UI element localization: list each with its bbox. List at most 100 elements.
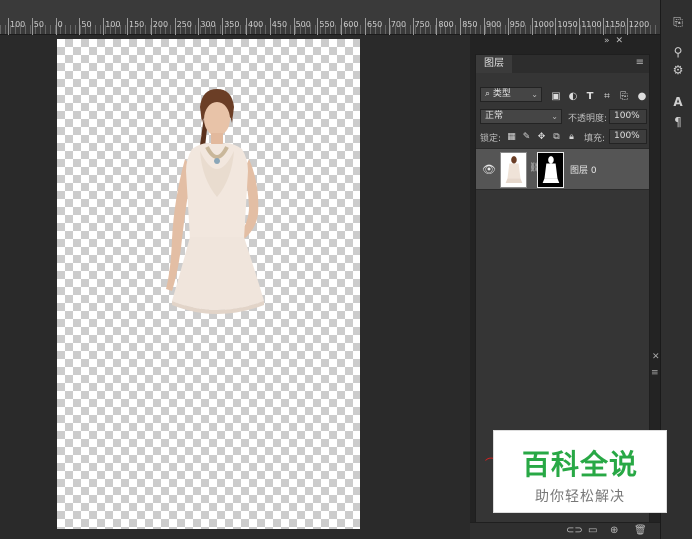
ruler-major-tick — [103, 18, 105, 35]
ruler-label: 650 — [367, 20, 383, 29]
character-panel-icon[interactable]: A — [670, 94, 686, 110]
ruler-label: 1150 — [605, 20, 626, 29]
layers-panel-header: 图层 ≡ — [476, 55, 649, 73]
link-layers-icon[interactable]: ⊂⊃ — [566, 525, 583, 536]
ruler-label: 550 — [319, 20, 335, 29]
layer-row[interactable]: 👁︎ ⛓︎ 图层 0 — [476, 148, 649, 190]
ruler-label: 250 — [176, 20, 192, 29]
ruler-label: 500 — [295, 20, 311, 29]
panel-menu-icon[interactable]: ≡ — [636, 57, 644, 69]
ruler-label: 200 — [152, 20, 169, 29]
ruler-major-tick — [579, 18, 581, 35]
lock-artboard-icon[interactable]: ⧉ — [551, 132, 562, 143]
ruler-major-tick — [626, 18, 628, 35]
ruler-major-tick — [436, 18, 438, 35]
history-icon[interactable]: ⎘ — [670, 14, 686, 30]
fill-input[interactable]: 100% — [609, 129, 647, 144]
ruler-major-tick — [174, 18, 176, 35]
lock-fill-row: 锁定: ▦ ✎ ✥ ⧉ 🔒︎ 填充: 100% — [476, 129, 649, 149]
ruler-major-tick — [555, 18, 557, 35]
shape-filter-icon[interactable]: ⌗ — [601, 91, 613, 103]
chevron-down-icon: ⌄ — [531, 90, 538, 99]
ruler-label: 1050 — [557, 20, 578, 29]
watermark-subtitle: 助你轻松解决 — [535, 489, 625, 505]
blend-opacity-row: 正常 ⌄ 不透明度: 100% — [476, 109, 649, 129]
ruler-major-tick — [484, 18, 485, 35]
type-filter-icon[interactable]: T — [584, 91, 596, 103]
horizontal-ruler: 100 50 0 50 100 150 200 250 300 350 400 450 500 550 60… — [0, 0, 660, 35]
ruler-label: 750 — [414, 20, 430, 29]
lock-label: 锁定: — [480, 134, 502, 144]
ruler-label: 100 — [105, 20, 121, 29]
filter-kind-dropdown[interactable]: ⌕ 类型 ⌄ — [480, 87, 542, 102]
ruler-label: 1200 — [628, 20, 650, 29]
lock-transparent-pixels-icon[interactable]: ▦ — [506, 132, 517, 143]
ruler-label: 1000 — [533, 20, 554, 29]
ruler-major-tick — [531, 18, 533, 35]
ruler-major-tick — [31, 18, 33, 35]
ruler-label: 600 — [343, 20, 359, 29]
ruler-label: 900 — [486, 20, 502, 29]
filter-kind-value: 类型 — [492, 89, 511, 99]
blend-mode-dropdown[interactable]: 正常 ⌄ — [480, 109, 562, 124]
ruler-major-tick — [460, 18, 462, 35]
ruler-major-tick — [246, 18, 247, 35]
panel-options-icon[interactable]: ≡ — [651, 368, 659, 378]
ruler-major-tick — [79, 18, 81, 35]
layer-thumbnail[interactable] — [500, 152, 527, 188]
ruler-label: 50 — [81, 20, 92, 29]
opacity-input[interactable]: 100% — [609, 109, 647, 124]
ruler-label: 800 — [438, 20, 454, 29]
transparent-canvas[interactable] — [57, 39, 360, 529]
model-cutout-image — [166, 89, 264, 314]
fill-label: 填充: — [584, 134, 606, 144]
adjustment-filter-icon[interactable]: ◐ — [567, 91, 579, 103]
watermark-title: 百科全说 — [521, 448, 638, 481]
ruler-label: 700 — [390, 20, 407, 29]
ruler-label: 850 — [462, 20, 478, 29]
ruler-major-tick — [388, 18, 390, 35]
lock-position-icon[interactable]: ✥ — [536, 132, 547, 143]
opacity-label: 不透明度: — [568, 114, 608, 124]
ruler-major-tick — [365, 18, 366, 35]
ruler-major-tick — [222, 18, 224, 35]
ruler-label: 400 — [248, 20, 264, 29]
paragraph-panel-icon[interactable]: ¶ — [670, 114, 686, 130]
lock-image-pixels-icon[interactable]: ✎ — [521, 132, 532, 143]
ruler-label: 350 — [224, 20, 240, 29]
image-filter-icon[interactable]: ▣ — [550, 91, 562, 103]
ruler-label: 1100 — [581, 20, 602, 29]
layers-panel-footer: ⊂⊃ ▭ ⊕ 🗑︎ — [470, 522, 660, 539]
smart-object-filter-icon[interactable]: ⎘ — [618, 91, 630, 103]
ruler-major-tick — [8, 18, 9, 35]
ruler-major-tick — [317, 18, 319, 35]
lock-all-icon[interactable]: 🔒︎ — [566, 132, 577, 143]
layer-name[interactable]: 图层 0 — [570, 163, 597, 176]
ruler-major-tick — [127, 18, 128, 35]
ruler-label: 300 — [200, 20, 216, 29]
fill-value: 100% — [614, 131, 640, 141]
ruler-label: 950 — [509, 20, 526, 29]
blend-mode-value: 正常 — [485, 111, 504, 121]
ruler-label: 50 — [33, 20, 44, 29]
new-layer-icon[interactable]: ⊕ — [610, 525, 618, 536]
close-icon[interactable]: ✕ — [652, 352, 660, 362]
ruler-major-tick — [150, 18, 152, 35]
ruler-label: 100 — [10, 20, 26, 29]
search-icon: ⌕ — [485, 89, 491, 99]
tab-layers[interactable]: 图层 — [476, 55, 512, 73]
trash-icon[interactable]: 🗑︎ — [634, 525, 647, 536]
tool-presets-icon[interactable]: ⚙ — [670, 62, 686, 78]
layer-filter-row: ⌕ 类型 ⌄ ▣ ◐ T ⌗ ⎘ ● — [476, 87, 649, 108]
brush-settings-icon[interactable]: ⚲ — [670, 44, 686, 60]
new-group-icon[interactable]: ▭ — [588, 525, 597, 536]
filter-toggle-icon[interactable]: ● — [636, 91, 648, 103]
ruler-major-tick — [507, 18, 509, 35]
opacity-value: 100% — [614, 111, 640, 121]
ruler-label: 450 — [271, 20, 288, 29]
ruler-label: 150 — [129, 20, 145, 29]
eye-visibility-icon[interactable]: 👁︎ — [482, 163, 496, 176]
panel-collapse-controls[interactable]: »✕ — [604, 36, 629, 46]
layer-mask-thumbnail[interactable] — [537, 152, 564, 188]
document-workspace[interactable] — [0, 35, 470, 539]
